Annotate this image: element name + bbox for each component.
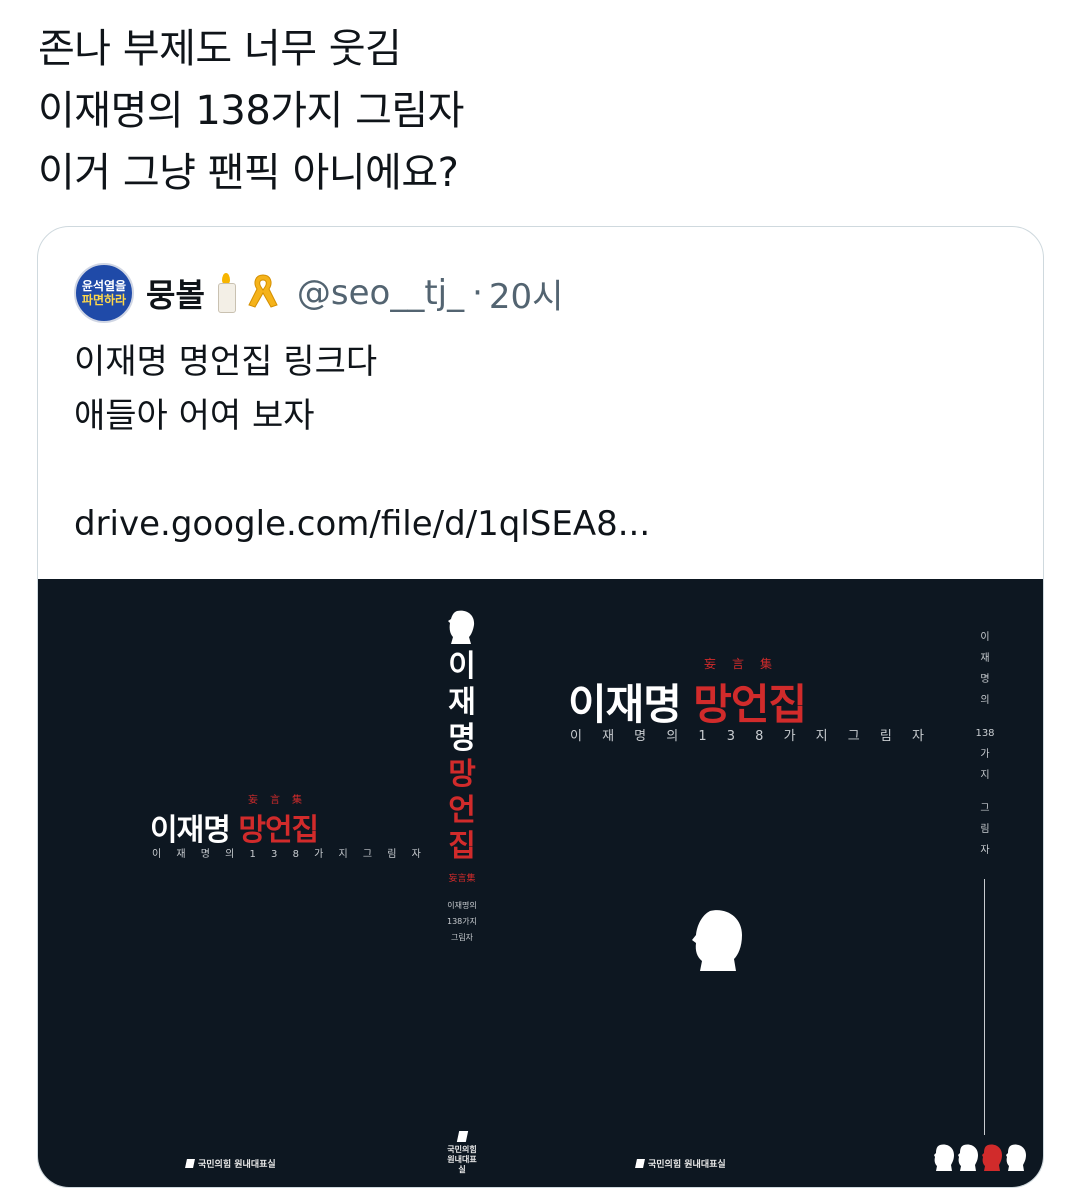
back-title-red: 망언집 bbox=[238, 813, 319, 848]
quoted-tweet-header: 윤석열을 파면하라 뭉볼 @seo__tj_ · 20시 bbox=[74, 263, 563, 323]
avatar[interactable]: 윤석열을 파면하라 bbox=[74, 263, 134, 323]
spine-char: 재 bbox=[448, 685, 476, 720]
publisher-logo-icon bbox=[456, 1131, 468, 1142]
front-subtitle: 이 재 명 의 1 3 8 가 지 그 림 자 bbox=[570, 729, 932, 744]
display-name[interactable]: 뭉볼 bbox=[146, 270, 205, 316]
tweet-line: 이거 그냥 팬픽 아니에요? bbox=[38, 150, 459, 196]
tweet-line: 존나 부제도 너무 웃김 bbox=[38, 26, 402, 72]
spine-sub-line: 이재명의 bbox=[447, 901, 477, 910]
spine-char: 명 bbox=[448, 721, 476, 756]
quoted-tweet-body: 이재명 명언집 링크다 애들아 어여 보자 drive.google.com/f… bbox=[74, 335, 650, 551]
separator-dot: · bbox=[472, 273, 483, 313]
vertical-char: 이 bbox=[980, 632, 990, 643]
drive-link[interactable]: drive.google.com/file/d/1qlSEA8... bbox=[74, 497, 650, 551]
spine-subtitle: 이재명의 138가지 그림자 bbox=[438, 898, 486, 946]
tweet-line: 이재명의 138가지 그림자 bbox=[38, 88, 464, 134]
vertical-char: 의 bbox=[980, 695, 990, 706]
avatar-text: 파면하라 bbox=[81, 293, 127, 307]
spine-publisher-line: 원내대표실 bbox=[447, 1155, 477, 1174]
vertical-char: 그 bbox=[980, 803, 990, 814]
book-spine: 이 재 명 망 언 집 妄言集 이재명의 138가지 그림자 bbox=[438, 609, 486, 946]
spine-char: 언 bbox=[448, 793, 476, 828]
back-cover-title: 이재명 망언집 bbox=[150, 805, 319, 849]
quoted-line: 이재명 명언집 링크다 bbox=[74, 342, 378, 382]
front-hanja: 妄言集 bbox=[704, 657, 789, 671]
yellow-ribbon-icon bbox=[243, 271, 283, 315]
head-silhouette-icon bbox=[448, 610, 475, 644]
spine-char: 이 bbox=[448, 649, 476, 684]
vertical-char: 지 bbox=[980, 770, 990, 781]
timestamp[interactable]: 20시 bbox=[489, 269, 564, 318]
vertical-char: 명 bbox=[980, 674, 990, 685]
back-title-white: 이재명 bbox=[150, 813, 231, 848]
candle-icon bbox=[215, 273, 237, 313]
spine-publisher: 국민의힘 원내대표실 bbox=[444, 1131, 480, 1175]
front-title-white: 이재명 bbox=[568, 680, 682, 729]
spine-char: 집 bbox=[448, 829, 476, 864]
avatar-text: 윤석열을 bbox=[81, 279, 127, 293]
back-hanja: 妄言集 bbox=[248, 795, 314, 806]
quoted-line: 애들아 어여 보자 bbox=[74, 396, 315, 436]
vertical-char: 자 bbox=[980, 845, 990, 856]
tweet-text: 존나 부제도 너무 웃김 이재명의 138가지 그림자 이거 그냥 팬픽 아니에… bbox=[38, 18, 1038, 204]
user-handle[interactable]: @seo__tj_ bbox=[297, 273, 464, 313]
vertical-char: 림 bbox=[980, 824, 990, 835]
front-publisher: 국민의힘 원내대표실 bbox=[636, 1157, 726, 1170]
back-publisher: 국민의힘 원내대표실 bbox=[186, 1157, 276, 1170]
front-cover-title: 이재명 망언집 bbox=[568, 671, 807, 732]
front-title-red: 망언집 bbox=[693, 680, 807, 729]
book-cover-image[interactable]: 妄言集 이재명 망언집 이 재 명 의 1 3 8 가 지 그 림 자 이 재 … bbox=[38, 579, 1043, 1187]
vertical-divider-line bbox=[984, 879, 985, 1135]
spine-hanja: 妄言集 bbox=[448, 874, 476, 884]
vertical-char: 138 bbox=[975, 728, 995, 739]
head-silhouette-icon bbox=[692, 910, 742, 971]
back-subtitle: 이 재 명 의 1 3 8 가 지 그 림 자 bbox=[152, 849, 427, 860]
vertical-char: 재 bbox=[980, 653, 990, 664]
silhouette-row-icon bbox=[934, 1144, 1026, 1171]
spine-publisher-line: 국민의힘 bbox=[447, 1145, 477, 1154]
spine-sub-line: 그림자 bbox=[450, 933, 474, 942]
quoted-tweet-card[interactable]: 윤석열을 파면하라 뭉볼 @seo__tj_ · 20시 이재명 명언집 링크다… bbox=[37, 226, 1044, 1188]
spine-char: 망 bbox=[448, 757, 476, 792]
spine-sub-line: 138가지 bbox=[447, 917, 477, 926]
vertical-char: 가 bbox=[980, 749, 990, 760]
front-right-vertical-text: 이 재 명 의 138 가 지 그 림 자 bbox=[970, 627, 1000, 861]
